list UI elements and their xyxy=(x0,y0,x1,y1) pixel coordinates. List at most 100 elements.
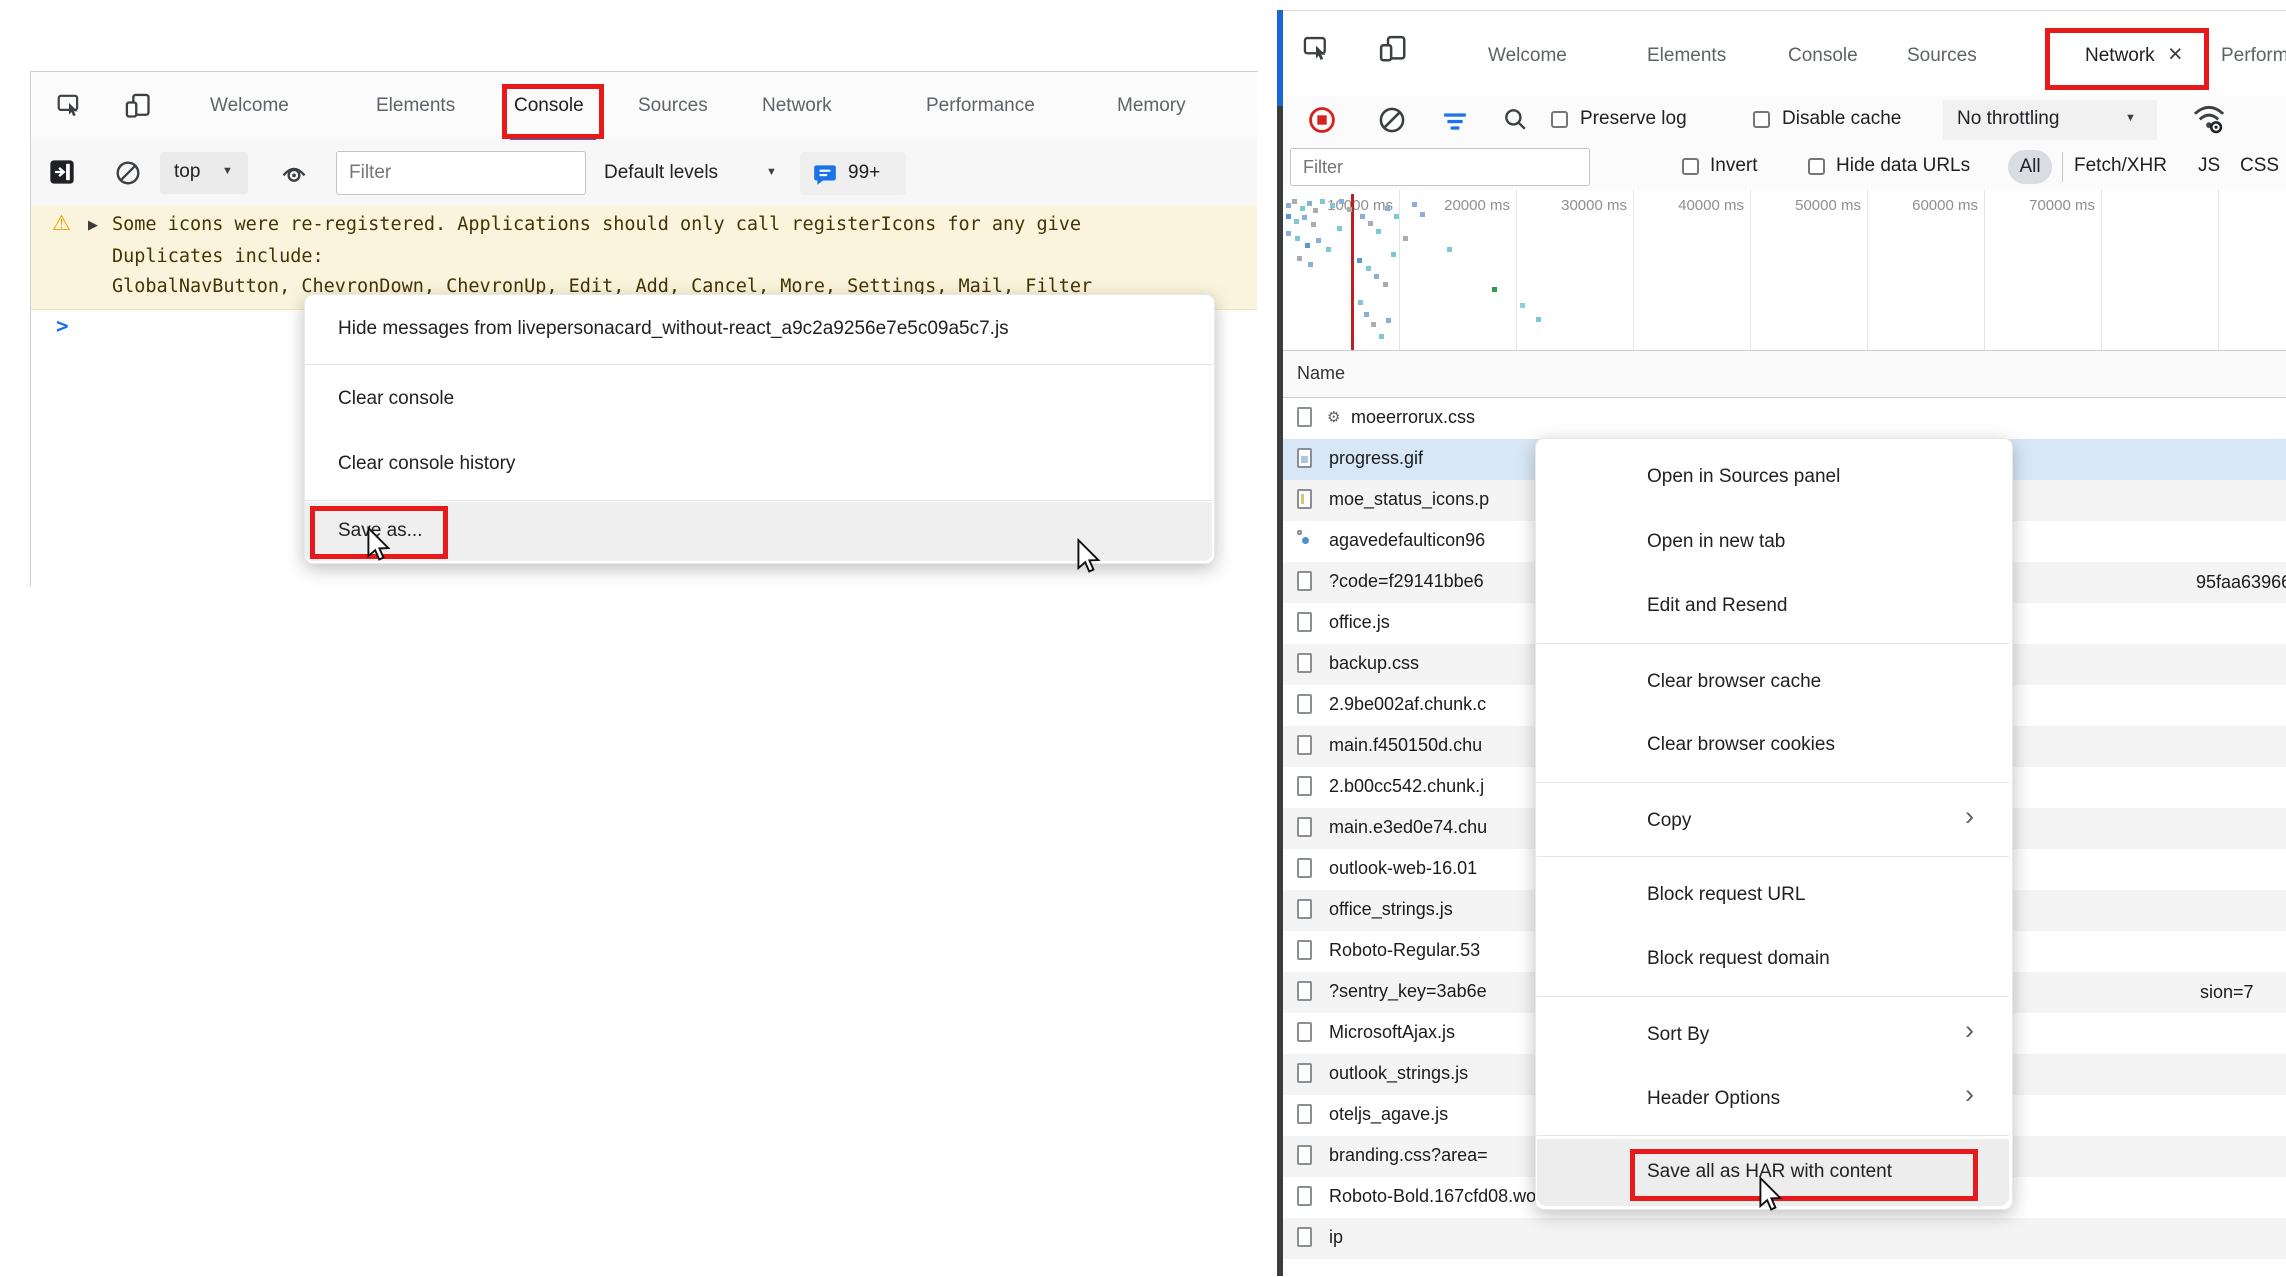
timeline-request-dot xyxy=(1492,287,1497,292)
menu-item-open-in-sources[interactable]: Open in Sources panel xyxy=(1647,466,1840,488)
context-selector[interactable]: top ▼ xyxy=(160,152,248,194)
clear-network-log-icon[interactable] xyxy=(1378,106,1406,139)
timeline-gridline xyxy=(2101,190,2102,350)
type-filter-fetch-xhr[interactable]: Fetch/XHR xyxy=(2074,155,2167,177)
timeline-request-dot xyxy=(1364,312,1369,317)
menu-item-clear-console-history[interactable]: Clear console history xyxy=(338,453,515,475)
timeline-gridline xyxy=(1750,190,1751,350)
timeline-request-dot xyxy=(1385,206,1390,211)
hide-data-urls-checkbox[interactable] xyxy=(1808,158,1825,175)
throttling-dropdown[interactable]: No throttling ▼ xyxy=(1943,100,2157,140)
left-tab-welcome[interactable]: Welcome xyxy=(210,95,289,117)
console-filter-input[interactable] xyxy=(336,151,586,195)
requests-header: Name xyxy=(1283,350,2286,398)
timeline-request-dot xyxy=(1295,236,1300,241)
inspect-icon[interactable] xyxy=(1302,34,1330,67)
menu-item-block-request-domain[interactable]: Block request domain xyxy=(1647,948,1830,970)
file-icon xyxy=(1297,735,1312,755)
device-toolbar-icon[interactable] xyxy=(1378,34,1408,69)
left-tab-sources[interactable]: Sources xyxy=(638,95,708,117)
menu-item-copy[interactable]: Copy xyxy=(1647,810,1691,832)
console-prompt[interactable]: > xyxy=(56,314,69,338)
file-icon xyxy=(1297,653,1312,673)
request-name: Roboto-Bold.167cfd08.woff2 xyxy=(1329,1186,1556,1207)
timeline-request-dot xyxy=(1386,318,1391,323)
device-toolbar-icon[interactable] xyxy=(124,92,152,125)
name-column-header[interactable]: Name xyxy=(1297,363,1345,384)
type-filter-js[interactable]: JS xyxy=(2198,155,2220,177)
expand-arrow-icon[interactable]: ▶ xyxy=(88,217,98,233)
invert-checkbox[interactable] xyxy=(1682,158,1699,175)
clear-console-icon[interactable] xyxy=(115,160,141,191)
image-file-icon xyxy=(1297,489,1312,509)
timeline-tick: 60000 ms xyxy=(1888,197,1978,214)
type-filter-css[interactable]: CSS xyxy=(2240,155,2279,177)
throttling-value: No throttling xyxy=(1957,108,2059,130)
image-file-icon xyxy=(1297,448,1312,468)
left-tab-memory[interactable]: Memory xyxy=(1117,95,1186,117)
menu-separator xyxy=(305,364,1212,365)
preserve-log-checkbox[interactable] xyxy=(1551,111,1568,128)
timeline-request-dot xyxy=(1330,203,1335,208)
timeline-request-dot xyxy=(1297,256,1302,261)
menu-item-open-in-new-tab[interactable]: Open in new tab xyxy=(1647,531,1785,553)
issues-badge[interactable]: 99+ xyxy=(800,152,906,195)
network-filter-input[interactable] xyxy=(1290,148,1590,186)
left-tab-network[interactable]: Network xyxy=(762,95,832,117)
menu-item-header-options[interactable]: Header Options xyxy=(1647,1088,1780,1110)
console-tab-annotation-box xyxy=(502,84,604,139)
right-tab-elements[interactable]: Elements xyxy=(1647,45,1726,67)
request-name: backup.css xyxy=(1329,653,1419,674)
warning-icon: ⚠ xyxy=(52,211,71,236)
menu-item-clear-browser-cookies[interactable]: Clear browser cookies xyxy=(1647,734,1835,756)
network-tab-annotation-box xyxy=(2045,28,2209,90)
menu-item-edit-and-resend[interactable]: Edit and Resend xyxy=(1647,595,1788,617)
type-filter-all-label: All xyxy=(2019,156,2040,177)
file-icon xyxy=(1297,407,1312,427)
request-name: MicrosoftAjax.js xyxy=(1329,1022,1455,1043)
timeline-request-dot xyxy=(1447,247,1452,252)
submenu-chevron-icon: › xyxy=(1965,1020,1974,1040)
filter-toggle-icon[interactable] xyxy=(1442,110,1468,137)
right-tab-welcome[interactable]: Welcome xyxy=(1488,45,1567,67)
record-network-log-icon[interactable] xyxy=(1308,106,1336,139)
request-row[interactable]: ⚙moeerrorux.css xyxy=(1283,398,2286,439)
disable-cache-label: Disable cache xyxy=(1782,108,1901,130)
left-tab-performance[interactable]: Performance xyxy=(926,95,1035,117)
request-row[interactable]: ip xyxy=(1283,1218,2286,1259)
timeline-request-dot xyxy=(1311,222,1316,227)
right-tab-performance[interactable]: Performance xyxy=(2221,45,2286,67)
menu-item-clear-browser-cache[interactable]: Clear browser cache xyxy=(1647,671,1821,693)
left-tab-elements[interactable]: Elements xyxy=(376,95,455,117)
image-file-icon xyxy=(1297,530,1302,535)
warning-line-1: Some icons were re-registered. Applicati… xyxy=(112,214,1081,235)
live-expression-eye-icon[interactable] xyxy=(280,160,308,191)
disable-cache-checkbox[interactable] xyxy=(1753,111,1770,128)
timeline-request-dot xyxy=(1286,231,1291,236)
timeline-request-dot xyxy=(1337,226,1342,231)
right-tab-console[interactable]: Console xyxy=(1788,45,1858,67)
menu-item-block-request-url[interactable]: Block request URL xyxy=(1647,884,1805,906)
timeline-request-dot xyxy=(1286,203,1291,208)
issues-bubble-icon xyxy=(812,161,838,192)
request-name: outlook-web-16.01 xyxy=(1329,858,1477,879)
timeline-tick: 30000 ms xyxy=(1537,197,1627,214)
network-conditions-icon[interactable] xyxy=(2192,102,2226,139)
timeline-overview[interactable] xyxy=(1283,190,2286,350)
type-filter-all[interactable]: All xyxy=(2008,150,2052,184)
timeline-request-dot xyxy=(1302,215,1307,220)
mouse-cursor xyxy=(366,526,392,567)
dock-side-icon[interactable] xyxy=(48,158,76,191)
hide-data-urls-label: Hide data URLs xyxy=(1836,155,1970,177)
issues-count: 99+ xyxy=(848,162,880,184)
inspect-icon[interactable] xyxy=(56,92,82,123)
timeline-request-dot xyxy=(1383,282,1388,287)
gear-icon: ⚙ xyxy=(1327,408,1340,426)
menu-item-hide-messages[interactable]: Hide messages from livepersonacard_witho… xyxy=(338,318,1009,340)
right-tab-sources[interactable]: Sources xyxy=(1907,45,1977,67)
search-icon[interactable] xyxy=(1502,106,1528,137)
default-levels-dropdown[interactable]: Default levels xyxy=(604,162,718,184)
menu-item-clear-console[interactable]: Clear console xyxy=(338,388,454,410)
menu-item-sort-by[interactable]: Sort By xyxy=(1647,1024,1709,1046)
timeline-request-dot xyxy=(1300,206,1305,211)
